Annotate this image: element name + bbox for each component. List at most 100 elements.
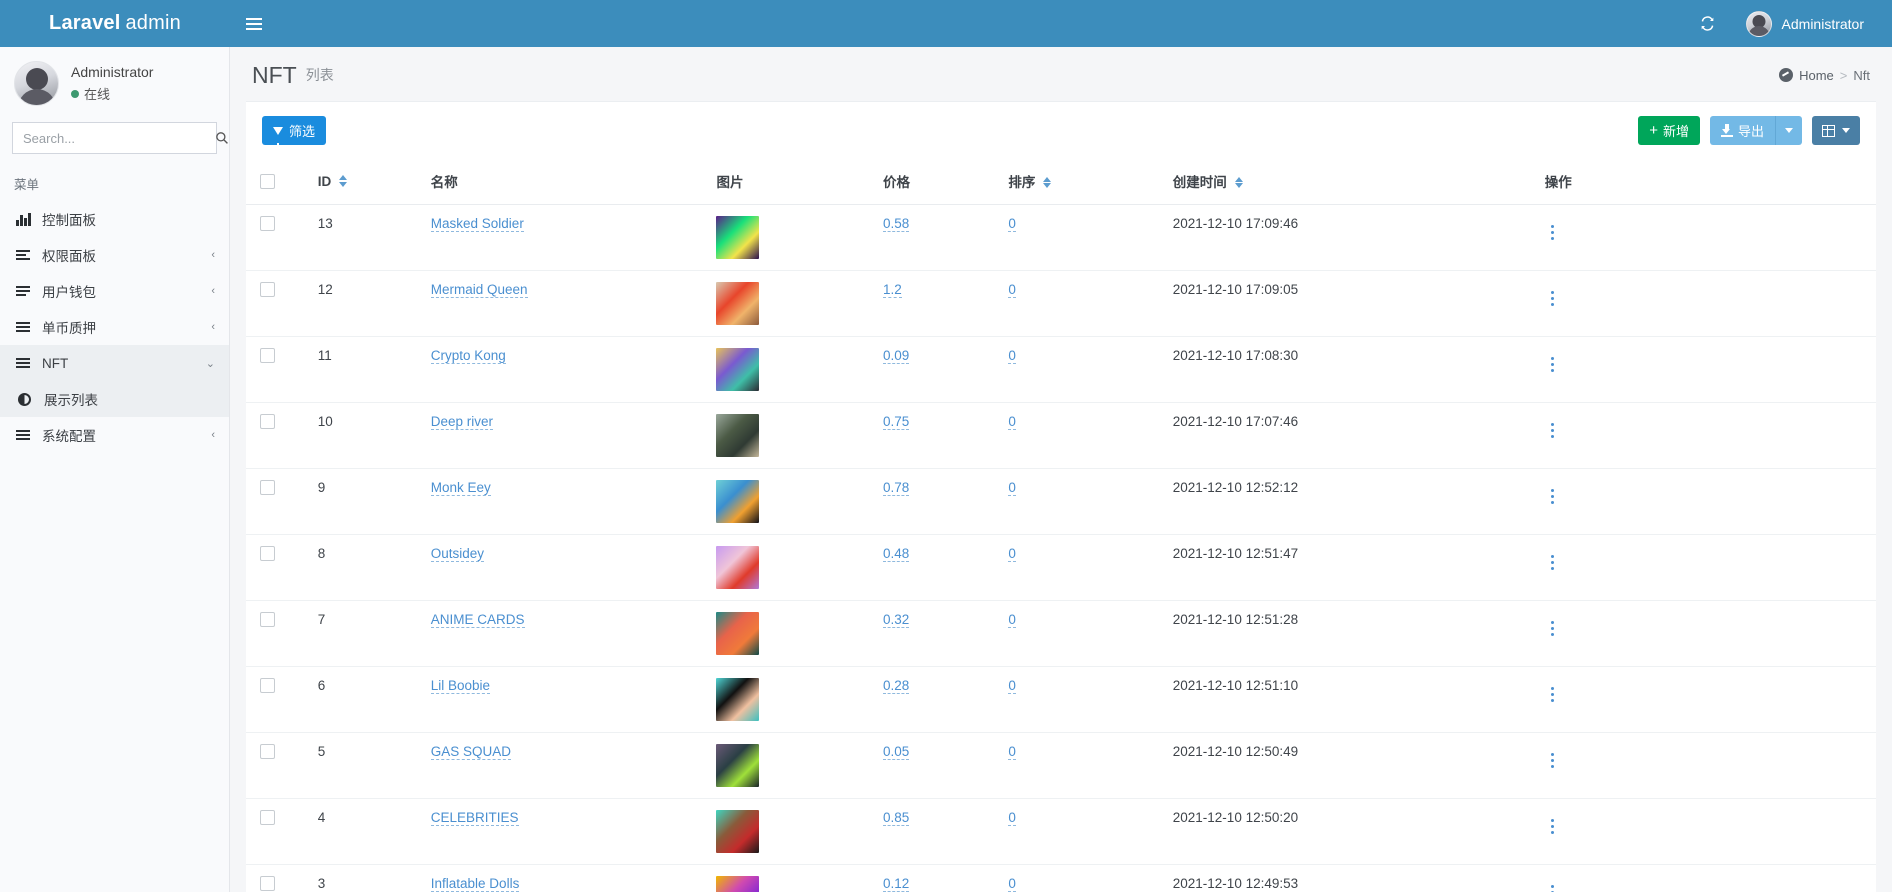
vertical-dots-icon[interactable]: [1545, 486, 1561, 508]
nft-thumbnail[interactable]: [716, 282, 759, 325]
sidebar-item-dashboard[interactable]: 控制面板: [0, 201, 229, 237]
sort-link[interactable]: 0: [1008, 480, 1016, 496]
sort-link[interactable]: 0: [1008, 810, 1016, 826]
price-link[interactable]: 1.2: [883, 282, 902, 298]
sidebar-item-permissions[interactable]: 权限面板 ‹: [0, 237, 229, 273]
chart-bar-icon: [16, 213, 38, 226]
row-checkbox[interactable]: [260, 348, 275, 363]
nft-thumbnail[interactable]: [716, 744, 759, 787]
row-checkbox[interactable]: [260, 216, 275, 231]
nft-name-link[interactable]: Crypto Kong: [431, 348, 506, 364]
vertical-dots-icon[interactable]: [1545, 618, 1561, 640]
column-selector-button[interactable]: [1812, 116, 1860, 145]
sort-link[interactable]: 0: [1008, 744, 1016, 760]
vertical-dots-icon[interactable]: [1545, 552, 1561, 574]
sidebar-item-system-config[interactable]: 系统配置 ‹: [0, 417, 229, 453]
row-checkbox[interactable]: [260, 282, 275, 297]
sort-created-button[interactable]: [1235, 177, 1243, 189]
row-checkbox[interactable]: [260, 612, 275, 627]
nft-thumbnail[interactable]: [716, 612, 759, 655]
nft-thumbnail[interactable]: [716, 546, 759, 589]
search-button[interactable]: [209, 123, 230, 153]
nft-name-link[interactable]: Outsidey: [431, 546, 484, 562]
chevron-left-icon: ‹: [211, 249, 215, 261]
price-link[interactable]: 0.58: [883, 216, 909, 232]
td-ops: [1537, 799, 1876, 865]
nft-name-link[interactable]: Monk Eey: [431, 480, 491, 496]
nft-thumbnail[interactable]: [716, 876, 759, 892]
nft-thumbnail[interactable]: [716, 480, 759, 523]
price-link[interactable]: 0.05: [883, 744, 909, 760]
row-checkbox[interactable]: [260, 546, 275, 561]
list-icon: [16, 250, 38, 260]
nft-thumbnail[interactable]: [716, 810, 759, 853]
filter-button[interactable]: 筛选: [262, 116, 326, 145]
export-button[interactable]: 导出: [1710, 116, 1775, 145]
nft-name-link[interactable]: ANIME CARDS: [431, 612, 525, 628]
nft-name-link[interactable]: Masked Soldier: [431, 216, 524, 232]
nft-thumbnail[interactable]: [716, 414, 759, 457]
sidebar-toggle-button[interactable]: [230, 0, 278, 47]
breadcrumb-home-link[interactable]: Home: [1799, 68, 1834, 83]
sidebar-item-staking[interactable]: 单币质押 ‹: [0, 309, 229, 345]
table-header-row: ID 名称 图片 价格 排序: [246, 159, 1876, 205]
td-sort: 0: [1000, 337, 1164, 403]
td-image: [708, 865, 874, 892]
row-checkbox[interactable]: [260, 480, 275, 495]
sidebar-search-box: [12, 122, 217, 154]
nft-thumbnail[interactable]: [716, 348, 759, 391]
sort-link[interactable]: 0: [1008, 348, 1016, 364]
vertical-dots-icon[interactable]: [1545, 222, 1561, 244]
nft-name-link[interactable]: Inflatable Dolls: [431, 876, 520, 892]
sidebar-item-nft[interactable]: NFT ⌄: [0, 345, 229, 381]
sort-order-button[interactable]: [1043, 177, 1051, 189]
select-all-checkbox[interactable]: [260, 174, 275, 189]
refresh-button[interactable]: [1685, 0, 1730, 47]
export-dropdown-toggle[interactable]: [1775, 116, 1802, 145]
nft-name-link[interactable]: Mermaid Queen: [431, 282, 528, 298]
vertical-dots-icon[interactable]: [1545, 354, 1561, 376]
price-link[interactable]: 0.48: [883, 546, 909, 562]
vertical-dots-icon[interactable]: [1545, 750, 1561, 772]
row-checkbox[interactable]: [260, 810, 275, 825]
price-link[interactable]: 0.78: [883, 480, 909, 496]
sort-link[interactable]: 0: [1008, 612, 1016, 628]
sidebar-item-label: 单币质押: [42, 317, 211, 337]
nft-name-link[interactable]: CELEBRITIES: [431, 810, 519, 826]
brand-logo[interactable]: Laraveladmin: [0, 0, 230, 47]
search-input[interactable]: [13, 123, 209, 153]
sidebar-item-user-wallet[interactable]: 用户钱包 ‹: [0, 273, 229, 309]
sort-link[interactable]: 0: [1008, 216, 1016, 232]
vertical-dots-icon[interactable]: [1545, 684, 1561, 706]
td-name: Masked Soldier: [423, 205, 709, 271]
price-link[interactable]: 0.09: [883, 348, 909, 364]
user-menu-button[interactable]: Administrator: [1734, 0, 1876, 47]
sort-id-button[interactable]: [339, 175, 347, 187]
row-checkbox[interactable]: [260, 414, 275, 429]
price-link[interactable]: 0.32: [883, 612, 909, 628]
sort-link[interactable]: 0: [1008, 876, 1016, 892]
vertical-dots-icon[interactable]: [1545, 288, 1561, 310]
sort-link[interactable]: 0: [1008, 678, 1016, 694]
row-checkbox[interactable]: [260, 744, 275, 759]
vertical-dots-icon[interactable]: [1545, 816, 1561, 838]
price-link[interactable]: 0.28: [883, 678, 909, 694]
row-checkbox[interactable]: [260, 678, 275, 693]
vertical-dots-icon[interactable]: [1545, 420, 1561, 442]
nft-name-link[interactable]: GAS SQUAD: [431, 744, 511, 760]
nft-thumbnail[interactable]: [716, 216, 759, 259]
sort-link[interactable]: 0: [1008, 414, 1016, 430]
sort-link[interactable]: 0: [1008, 546, 1016, 562]
nft-thumbnail[interactable]: [716, 678, 759, 721]
nft-name-link[interactable]: Deep river: [431, 414, 493, 430]
row-checkbox[interactable]: [260, 876, 275, 891]
nft-name-link[interactable]: Lil Boobie: [431, 678, 490, 694]
table-row: 11Crypto Kong0.0902021-12-10 17:08:30: [246, 337, 1876, 403]
price-link[interactable]: 0.85: [883, 810, 909, 826]
price-link[interactable]: 0.75: [883, 414, 909, 430]
vertical-dots-icon[interactable]: [1545, 882, 1561, 892]
price-link[interactable]: 0.12: [883, 876, 909, 892]
add-new-button[interactable]: + 新增: [1638, 116, 1700, 145]
sort-link[interactable]: 0: [1008, 282, 1016, 298]
sidebar-item-display-list[interactable]: 展示列表: [0, 381, 229, 417]
